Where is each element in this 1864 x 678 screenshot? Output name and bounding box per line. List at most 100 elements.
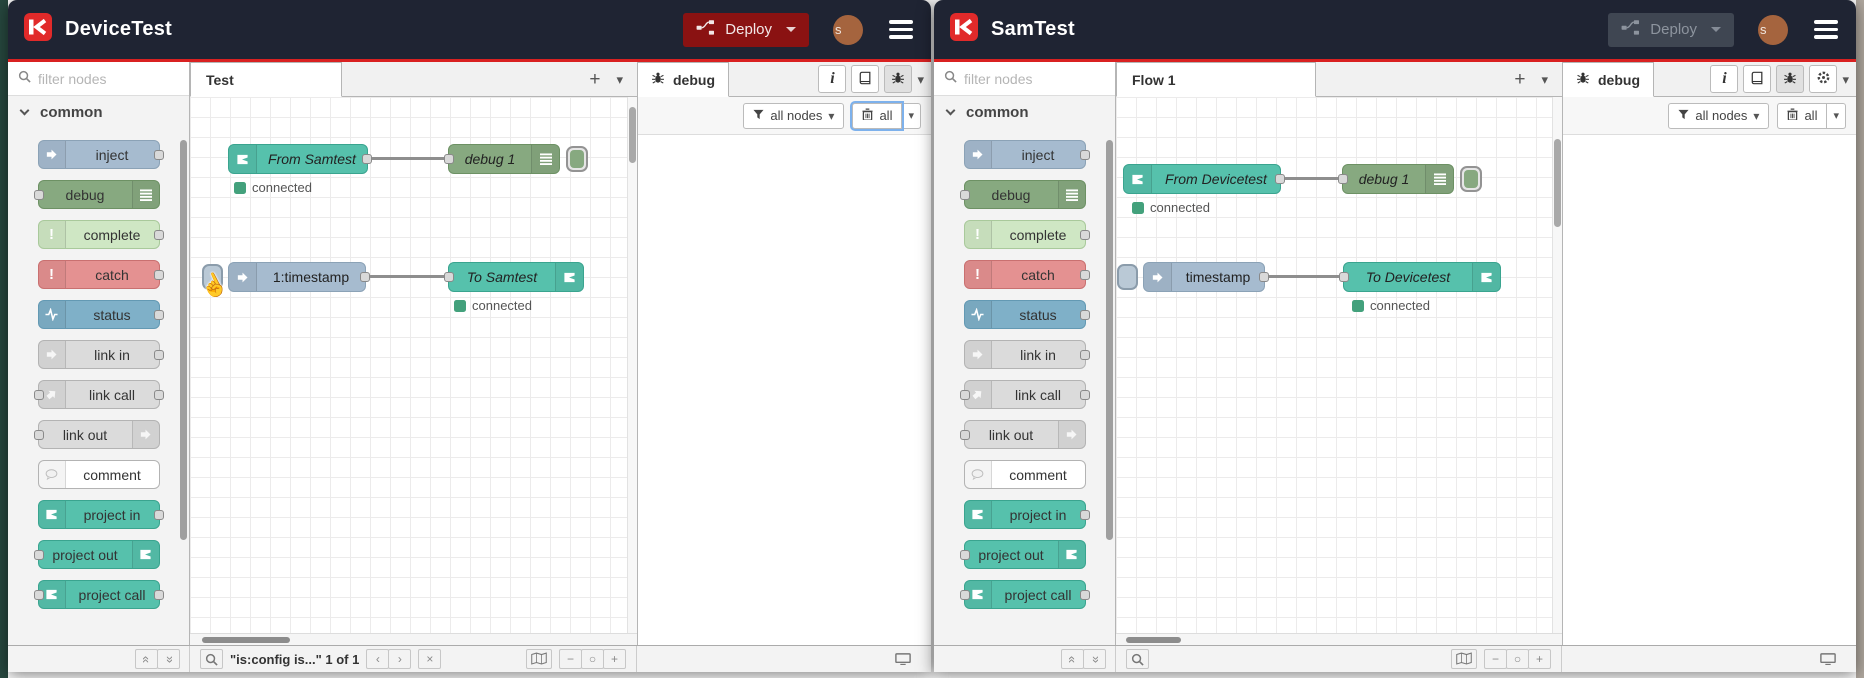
search-prev-button[interactable]: ‹ — [366, 649, 390, 669]
wire[interactable] — [1268, 275, 1340, 278]
inject-trigger-button[interactable] — [1117, 264, 1138, 290]
search-flows-button[interactable] — [1126, 649, 1149, 669]
info-sidebar-button[interactable]: i — [1710, 65, 1739, 93]
flow-node-from-samtest[interactable]: From Samtest — [228, 144, 372, 174]
debug-enable-toggle[interactable] — [566, 146, 588, 172]
debug-sidebar-button[interactable] — [1776, 65, 1805, 93]
user-avatar[interactable]: s — [1758, 14, 1788, 45]
palette-node-complete[interactable]: ! complete — [37, 220, 164, 249]
palette-node-link-in[interactable]: link in — [963, 340, 1090, 369]
main-menu-button[interactable] — [1812, 16, 1840, 43]
debug-tab[interactable]: debug — [638, 62, 729, 97]
debug-tab[interactable]: debug — [1563, 62, 1654, 97]
flow-node-debug1[interactable]: debug 1 — [1338, 164, 1482, 194]
canvas-vertical-scrollbar[interactable] — [1552, 97, 1562, 633]
debug-sidebar-button[interactable] — [884, 65, 913, 93]
sidebar-options-caret-button[interactable]: ▾ — [1842, 73, 1849, 86]
palette-collapse-categories-button[interactable]: « — [1061, 649, 1084, 669]
palette-collapse-categories-button[interactable]: « — [135, 649, 158, 669]
palette-scrollbar[interactable] — [1106, 140, 1113, 540]
palette-node-comment[interactable]: comment — [963, 460, 1086, 489]
wire[interactable] — [1284, 177, 1339, 180]
flow-node-timestamp[interactable]: 1:timestamp — [202, 262, 370, 292]
deploy-button-disabled[interactable]: Deploy — [1608, 12, 1734, 47]
palette-node-comment[interactable]: comment — [37, 460, 160, 489]
palette-node-project-call[interactable]: project call — [959, 580, 1090, 609]
filter-nodes-button[interactable]: all nodes ▾ — [1668, 102, 1770, 129]
zoom-reset-button[interactable]: ○ — [1506, 649, 1529, 669]
palette-node-project-in[interactable]: project in — [963, 500, 1090, 529]
flow-node-to-devicetest[interactable]: To Devicetest — [1339, 262, 1501, 292]
help-sidebar-button[interactable] — [1743, 65, 1772, 93]
palette-node-project-out[interactable]: project out — [959, 540, 1086, 569]
zoom-out-button[interactable]: − — [559, 649, 582, 669]
inject-trigger-button[interactable] — [202, 264, 223, 290]
wire[interactable] — [369, 275, 446, 278]
clear-debug-caret-button[interactable]: ▾ — [902, 102, 921, 129]
add-flow-button[interactable]: + — [1514, 70, 1525, 89]
canvas-vertical-scrollbar[interactable] — [627, 97, 637, 633]
user-avatar[interactable]: s — [833, 14, 863, 45]
clear-debug-caret-button[interactable]: ▾ — [1827, 102, 1846, 129]
help-sidebar-button[interactable] — [851, 65, 880, 93]
filter-nodes-button[interactable]: all nodes ▾ — [743, 102, 845, 129]
canvas-horizontal-scrollbar[interactable] — [190, 633, 637, 645]
deploy-button[interactable]: Deploy — [683, 12, 809, 47]
flow-node-to-samtest[interactable]: To Samtest — [444, 262, 584, 292]
palette-node-link-out[interactable]: link out — [33, 420, 160, 449]
palette-node-catch[interactable]: ! catch — [37, 260, 164, 289]
main-menu-button[interactable] — [887, 16, 915, 43]
search-next-button[interactable]: › — [388, 649, 412, 669]
palette-node-complete[interactable]: ! complete — [963, 220, 1090, 249]
flow-node-debug1[interactable]: debug 1 — [444, 144, 588, 174]
deploy-options-caret-icon[interactable] — [1711, 27, 1721, 32]
palette-node-status[interactable]: status — [37, 300, 164, 329]
flow-tab-test[interactable]: Test — [190, 62, 342, 97]
palette-node-project-in[interactable]: project in — [37, 500, 164, 529]
palette-node-inject[interactable]: inject — [37, 140, 164, 169]
palette-node-inject[interactable]: inject — [963, 140, 1090, 169]
zoom-in-button[interactable]: + — [603, 649, 626, 669]
palette-node-catch[interactable]: ! catch — [963, 260, 1090, 289]
zoom-reset-button[interactable]: ○ — [581, 649, 604, 669]
palette-category-common[interactable]: common — [934, 96, 1115, 128]
palette-node-project-out[interactable]: project out — [33, 540, 160, 569]
flow-canvas[interactable]: From Samtest debug 1 connected 1:timesta… — [190, 97, 637, 633]
sidebar-options-caret-button[interactable]: ▾ — [917, 73, 924, 86]
flow-list-caret-button[interactable]: ▾ — [616, 73, 623, 86]
search-flows-button[interactable] — [200, 649, 223, 669]
palette-node-link-in[interactable]: link in — [37, 340, 164, 369]
debug-enable-toggle[interactable] — [1460, 166, 1482, 192]
palette-expand-categories-button[interactable]: « — [157, 649, 180, 669]
canvas-horizontal-scrollbar[interactable] — [1116, 633, 1562, 645]
flow-node-from-devicetest[interactable]: From Devicetest — [1123, 164, 1285, 194]
flow-canvas[interactable]: From Devicetest debug 1 connected timest… — [1116, 97, 1562, 633]
info-sidebar-button[interactable]: i — [818, 65, 847, 93]
clear-debug-button[interactable]: all — [1777, 102, 1828, 129]
clear-debug-button[interactable]: all — [852, 102, 903, 129]
config-sidebar-button[interactable] — [1809, 65, 1838, 93]
palette-filter-input[interactable] — [38, 70, 156, 87]
add-flow-button[interactable]: + — [589, 70, 600, 89]
palette-node-link-call[interactable]: link call — [33, 380, 164, 409]
deploy-options-caret-icon[interactable] — [786, 27, 796, 32]
flow-tab-flow1[interactable]: Flow 1 — [1116, 62, 1316, 97]
palette-node-project-call[interactable]: project call — [33, 580, 164, 609]
wire[interactable] — [371, 157, 446, 160]
palette-filter-input[interactable] — [964, 70, 1082, 87]
navigator-map-button[interactable] — [526, 649, 552, 669]
search-close-button[interactable]: × — [418, 649, 442, 669]
open-debug-window-button[interactable] — [891, 649, 915, 669]
palette-node-debug[interactable]: debug — [33, 180, 160, 209]
zoom-out-button[interactable]: − — [1484, 649, 1507, 669]
palette-node-status[interactable]: status — [963, 300, 1090, 329]
palette-node-debug[interactable]: debug — [959, 180, 1086, 209]
navigator-map-button[interactable] — [1451, 649, 1477, 669]
flow-node-timestamp[interactable]: timestamp — [1117, 262, 1269, 292]
palette-node-link-out[interactable]: link out — [959, 420, 1086, 449]
palette-category-common[interactable]: common — [8, 96, 189, 128]
flow-list-caret-button[interactable]: ▾ — [1541, 73, 1548, 86]
palette-node-link-call[interactable]: link call — [959, 380, 1090, 409]
palette-expand-categories-button[interactable]: « — [1083, 649, 1106, 669]
zoom-in-button[interactable]: + — [1528, 649, 1551, 669]
